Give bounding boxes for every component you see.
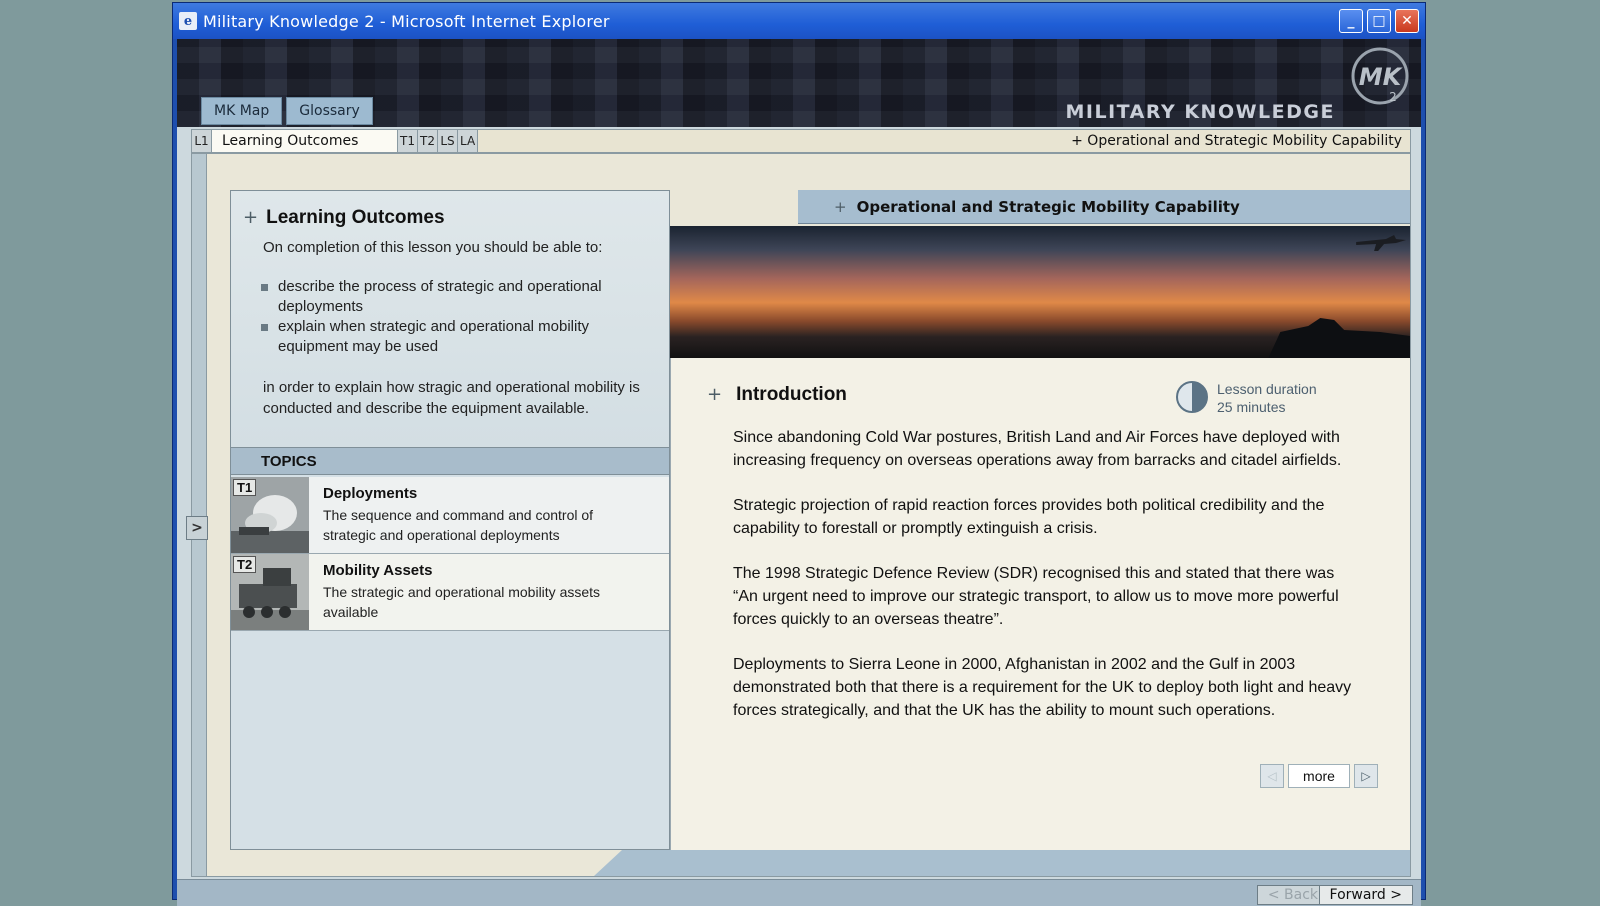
footer-bar: < Back Forward > <box>177 879 1421 906</box>
main-section-title: Operational and Strategic Mobility Capab… <box>856 197 1240 216</box>
maximize-button[interactable]: □ <box>1367 9 1391 33</box>
title-bar: e Military Knowledge 2 - Microsoft Inter… <box>173 3 1425 39</box>
mk-map-button[interactable]: MK Map <box>201 97 283 125</box>
deployments-thumbnail: T1 <box>231 477 309 553</box>
main-section-header: + Operational and Strategic Mobility Cap… <box>798 190 1410 224</box>
mk-logo: MK 2 <box>1351 47 1409 105</box>
tab-la[interactable]: LA <box>458 130 479 152</box>
duration-value: 25 minutes <box>1217 399 1286 415</box>
learning-outcomes-outro: in order to explain how stragic and oper… <box>263 379 640 417</box>
side-rail <box>192 154 207 876</box>
tab-t1[interactable]: T1 <box>398 130 418 152</box>
close-button[interactable]: ✕ <box>1395 9 1419 33</box>
learning-outcomes-list: describe the process of strategic and op… <box>261 277 621 357</box>
ie-icon: e <box>179 12 197 30</box>
tab-learning-outcomes[interactable]: Learning Outcomes <box>212 130 398 152</box>
sunset-hero-image <box>670 226 1410 358</box>
duration-label: Lesson duration <box>1217 381 1317 397</box>
paragraph: Since abandoning Cold War postures, Brit… <box>733 429 1342 469</box>
list-item: describe the process of strategic and op… <box>261 277 621 317</box>
svg-text:MK: MK <box>1359 63 1404 91</box>
lesson-tabstrip: L1 Learning Outcomes T1 T2 LS LA + Opera… <box>191 129 1411 153</box>
lesson-duration: Lesson duration 25 minutes <box>1175 380 1317 416</box>
clock-icon <box>1176 381 1208 413</box>
lesson-content: > + Learning Outcomes On completion of t… <box>186 153 1411 877</box>
browser-window: e Military Knowledge 2 - Microsoft Inter… <box>172 2 1426 906</box>
tab-t2[interactable]: T2 <box>418 130 438 152</box>
forward-button[interactable]: Forward > <box>1318 885 1413 905</box>
learning-outcomes-intro: On completion of this lesson you should … <box>263 239 603 256</box>
plus-icon: + <box>834 197 847 216</box>
topic-label: T2 <box>233 556 257 573</box>
paragraph: Deployments to Sierra Leone in 2000, Afg… <box>733 656 1352 719</box>
introduction-text: Since abandoning Cold War postures, Brit… <box>733 426 1361 744</box>
window-controls: _ □ ✕ <box>1339 9 1419 33</box>
learning-outcomes-panel: + Learning Outcomes On completion of thi… <box>230 190 670 850</box>
topic-description: The sequence and command and control of … <box>323 507 594 543</box>
topic-mobility-assets[interactable]: T2 Mobility Assets The strategic and ope… <box>231 554 669 631</box>
tab-l1[interactable]: L1 <box>192 130 212 152</box>
topic-label: T1 <box>233 479 257 496</box>
list-item: explain when strategic and operational m… <box>261 317 621 357</box>
glossary-button[interactable]: Glossary <box>286 97 373 125</box>
tab-ls[interactable]: LS <box>438 130 458 152</box>
page-navigation: ◁ more ▷ <box>1260 764 1378 788</box>
banner: MILITARY KNOWLEDGE MK 2 MK Map Glossary <box>177 39 1421 127</box>
topic-deployments[interactable]: T1 Deployments The sequence and command … <box>231 477 669 554</box>
learning-outcomes-block: + Learning Outcomes On completion of thi… <box>231 191 669 447</box>
topic-title: Deployments <box>323 485 418 502</box>
paragraph: Strategic projection of rapid reaction f… <box>733 497 1325 537</box>
previous-page-icon[interactable]: ◁ <box>1260 764 1284 788</box>
topics-heading: TOPICS <box>231 447 669 475</box>
introduction-header: + Introduction <box>707 384 847 406</box>
breadcrumb: + Operational and Strategic Mobility Cap… <box>1071 133 1402 149</box>
plus-icon: + <box>243 207 259 228</box>
next-page-icon[interactable]: ▷ <box>1354 764 1378 788</box>
paragraph: The 1998 Strategic Defence Review (SDR) … <box>733 565 1339 628</box>
more-button[interactable]: more <box>1288 764 1350 788</box>
introduction-panel: + Introduction Lesson duration 25 minute… <box>670 358 1410 850</box>
mobility-assets-thumbnail: T2 <box>231 554 309 630</box>
learning-outcomes-title: Learning Outcomes <box>266 207 445 228</box>
svg-text:2: 2 <box>1389 90 1397 104</box>
window-title: Military Knowledge 2 - Microsoft Interne… <box>203 11 610 31</box>
plus-icon: + <box>707 384 723 405</box>
expand-button[interactable]: > <box>186 516 208 540</box>
learning-outcomes-header: + Learning Outcomes <box>243 207 445 229</box>
topic-title: Mobility Assets <box>323 562 433 579</box>
page-client: MILITARY KNOWLEDGE MK 2 MK Map Glossary … <box>177 39 1421 906</box>
topic-description: The strategic and operational mobility a… <box>323 584 601 620</box>
introduction-title: Introduction <box>736 384 847 405</box>
minimize-button[interactable]: _ <box>1339 9 1363 33</box>
top-nav: MK Map Glossary <box>201 97 373 125</box>
brand-title: MILITARY KNOWLEDGE <box>1065 101 1335 123</box>
bottom-decor-strip <box>594 850 1410 876</box>
